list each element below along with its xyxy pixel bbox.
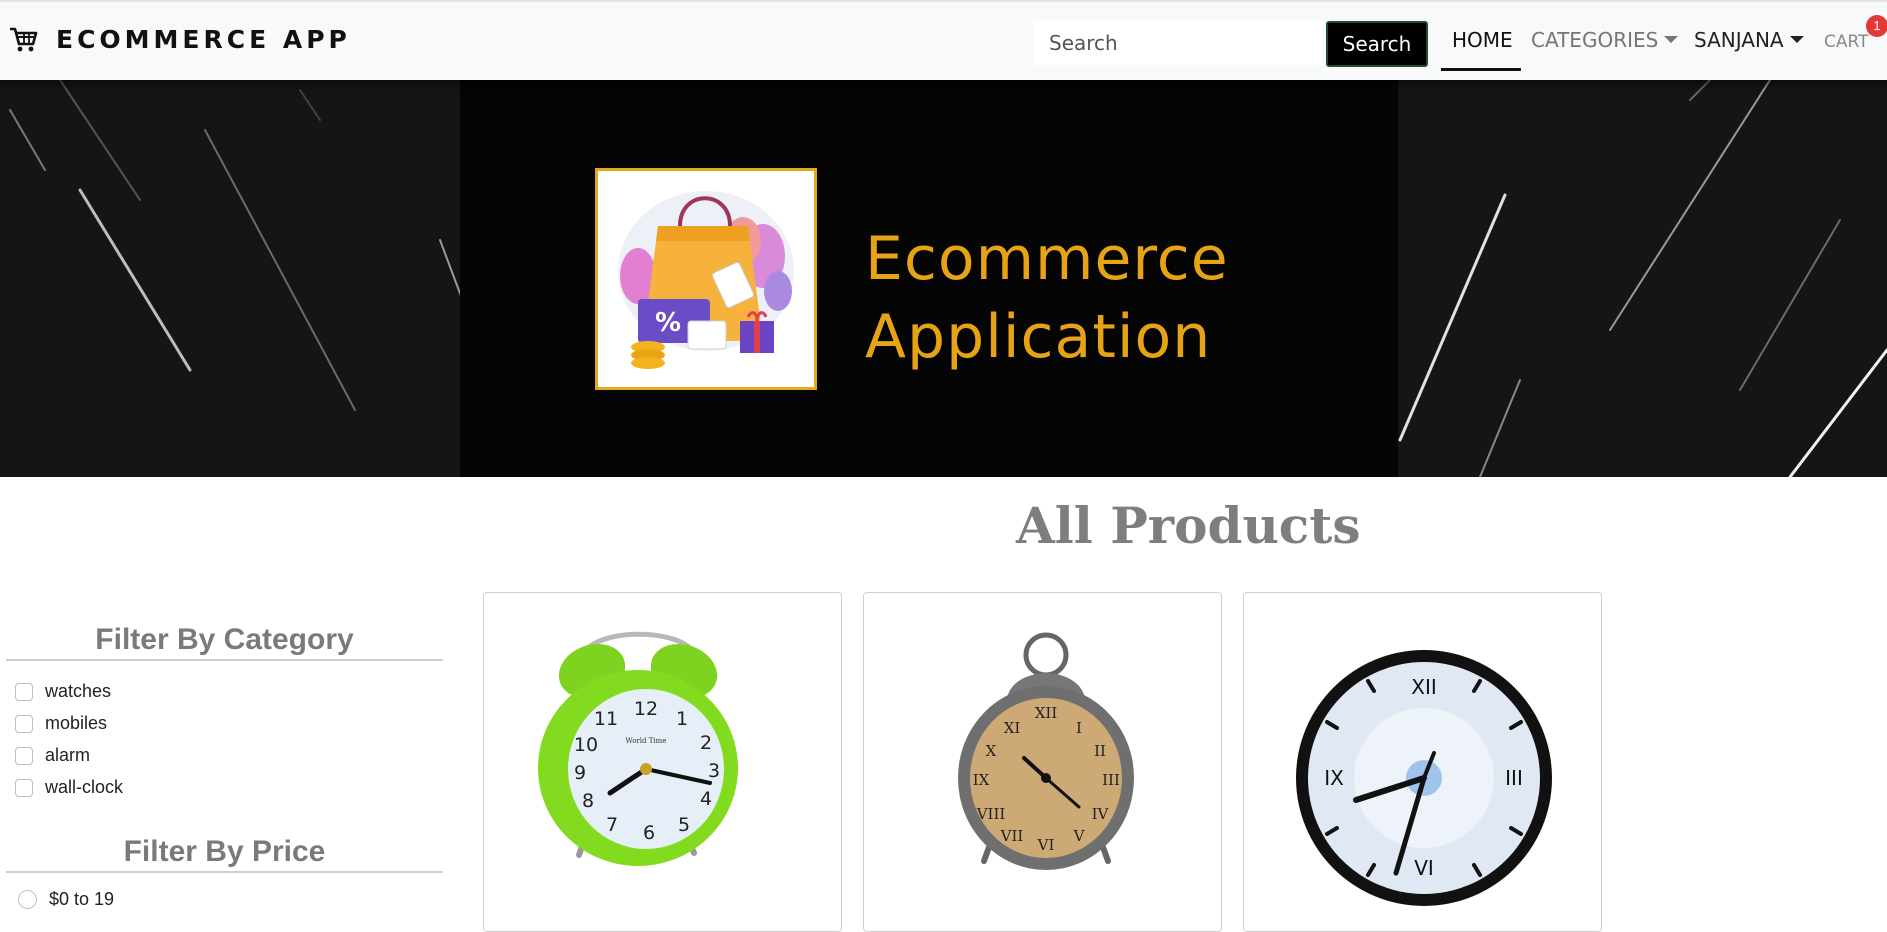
svg-text:12: 12 bbox=[634, 698, 658, 720]
hero-banner: % Ecommerce Application bbox=[0, 80, 1887, 477]
shopping-bag-logo: % bbox=[595, 168, 817, 390]
filter-category-mobiles[interactable]: mobiles bbox=[15, 713, 107, 734]
caret-down-icon bbox=[1664, 36, 1679, 43]
search-input[interactable] bbox=[1033, 21, 1323, 65]
filter-category-heading: Filter By Category bbox=[6, 623, 443, 661]
wall-clock-image: XII III VI IX bbox=[1296, 650, 1552, 906]
svg-text:IX: IX bbox=[973, 771, 990, 789]
checkbox[interactable] bbox=[15, 714, 33, 733]
filter-option-label: watches bbox=[45, 681, 112, 701]
banner-title-line1: Ecommerce bbox=[865, 224, 1229, 294]
svg-text:VII: VII bbox=[1000, 827, 1024, 845]
nav-home-link[interactable]: HOME bbox=[1452, 28, 1513, 52]
navbar: ECOMMERCE APP Search HOME CATEGORIES SAN… bbox=[0, 0, 1887, 80]
checkbox[interactable] bbox=[15, 778, 33, 797]
shopping-bag-icon: % bbox=[618, 191, 794, 369]
svg-text:III: III bbox=[1102, 771, 1120, 789]
svg-text:I: I bbox=[1076, 719, 1082, 737]
product-card[interactable]: XII III VI IX bbox=[1243, 592, 1602, 932]
filter-category-alarm[interactable]: alarm bbox=[15, 745, 90, 766]
page-title: All Products bbox=[1016, 496, 1361, 555]
nav-user-dropdown[interactable]: SANJANA bbox=[1694, 28, 1804, 52]
svg-text:10: 10 bbox=[574, 734, 598, 756]
svg-text:11: 11 bbox=[594, 708, 618, 730]
percent-badge: % bbox=[655, 308, 681, 338]
svg-text:5: 5 bbox=[678, 814, 690, 836]
filter-option-label: alarm bbox=[45, 745, 91, 765]
product-card[interactable]: XII III VI IX I II XI X IV V VIII VII bbox=[863, 592, 1222, 932]
product-card[interactable]: 12 1 2 3 45 6 78 9 10 11 World Time bbox=[483, 592, 842, 932]
banner-title-line2: Application bbox=[865, 302, 1212, 372]
brand[interactable]: ECOMMERCE APP bbox=[8, 24, 351, 54]
svg-text:8: 8 bbox=[582, 790, 594, 812]
svg-text:XI: XI bbox=[1004, 719, 1021, 737]
caret-down-icon bbox=[1789, 36, 1804, 43]
radio-button[interactable] bbox=[18, 890, 37, 909]
svg-text:III: III bbox=[1505, 766, 1523, 790]
svg-text:2: 2 bbox=[700, 732, 712, 754]
active-nav-indicator bbox=[1441, 68, 1521, 71]
search-button[interactable]: Search bbox=[1326, 21, 1428, 67]
nav-user-label: SANJANA bbox=[1694, 28, 1784, 52]
shopping-cart-icon bbox=[10, 27, 38, 52]
checkbox[interactable] bbox=[15, 682, 33, 701]
svg-text:II: II bbox=[1094, 742, 1106, 760]
cart-count-badge: 1 bbox=[1866, 15, 1887, 37]
svg-text:7: 7 bbox=[606, 814, 618, 836]
svg-text:IX: IX bbox=[1324, 766, 1344, 790]
checkbox[interactable] bbox=[15, 746, 33, 765]
brand-name: ECOMMERCE APP bbox=[56, 24, 351, 54]
green-alarm-clock-image: 12 12 3 45 6 78 9 10 11 World Time bbox=[538, 631, 738, 866]
filter-category-wall-clock[interactable]: wall-clock bbox=[15, 777, 123, 798]
nav-cart-link[interactable]: CART bbox=[1824, 32, 1868, 52]
svg-text:V: V bbox=[1073, 827, 1086, 845]
bronze-alarm-clock-image: XIIIII VIIX III XIX IVV VIIIVII bbox=[958, 632, 1134, 870]
svg-text:1: 1 bbox=[676, 708, 688, 730]
banner-title: Ecommerce Application bbox=[865, 220, 1229, 376]
svg-text:XII: XII bbox=[1411, 675, 1437, 699]
nav-categories-label: CATEGORIES bbox=[1531, 28, 1659, 52]
svg-text:IV: IV bbox=[1092, 805, 1110, 823]
filter-category-watches[interactable]: watches bbox=[15, 681, 111, 702]
svg-text:VI: VI bbox=[1037, 836, 1055, 854]
filter-price-heading: Filter By Price bbox=[6, 835, 443, 873]
filter-price-0-19[interactable]: $0 to 19 bbox=[15, 889, 114, 910]
svg-text:VI: VI bbox=[1414, 856, 1434, 880]
filter-option-label: wall-clock bbox=[45, 777, 124, 797]
nav-categories-dropdown[interactable]: CATEGORIES bbox=[1531, 28, 1679, 52]
svg-text:6: 6 bbox=[643, 822, 655, 844]
svg-text:X: X bbox=[986, 742, 997, 760]
clock-dial-text: World Time bbox=[626, 737, 667, 745]
filter-option-label: $0 to 19 bbox=[49, 889, 115, 909]
svg-text:VIII: VIII bbox=[976, 805, 1006, 823]
svg-text:9: 9 bbox=[574, 762, 586, 784]
svg-text:XII: XII bbox=[1035, 704, 1058, 722]
filter-option-label: mobiles bbox=[45, 713, 108, 733]
svg-text:4: 4 bbox=[700, 788, 712, 810]
svg-text:3: 3 bbox=[708, 760, 720, 782]
